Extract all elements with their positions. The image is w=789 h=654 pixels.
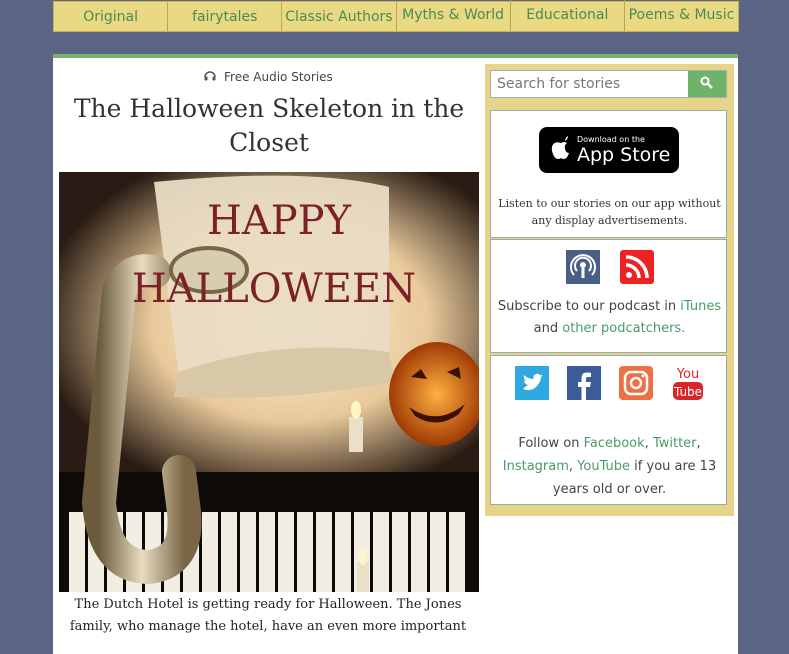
facebook-icon[interactable] (566, 366, 601, 400)
app-store-small-text: Download on the (577, 134, 645, 144)
podcast-icon[interactable] (565, 250, 600, 284)
youtube-icon[interactable]: You Tube (671, 366, 705, 400)
app-card: Download on the App Store Listen to our … (490, 110, 727, 238)
podcast-text-1: Subscribe to our podcast in (497, 299, 681, 314)
app-store-button[interactable]: Download on the App Store (539, 127, 679, 173)
nav-item-myths-world[interactable]: Myths & World (397, 0, 511, 31)
sep: , (644, 436, 653, 451)
search-icon (700, 75, 714, 94)
social-card: You Tube Follow on Facebook, Twitter, Ins… (490, 355, 727, 505)
article-intro: The Dutch Hotel is getting ready for Hal… (69, 597, 467, 634)
itunes-link[interactable]: iTunes (680, 299, 721, 314)
facebook-link[interactable]: Facebook (584, 436, 645, 451)
app-description: Listen to our stories on our app without… (498, 197, 721, 227)
nav-item-original[interactable]: Original (54, 2, 169, 31)
podcast-text-2: and (533, 321, 563, 336)
social-text-1: Follow on (518, 436, 584, 451)
svg-text:Tube: Tube (672, 385, 701, 399)
search-button[interactable] (688, 71, 726, 97)
search-input[interactable] (491, 71, 688, 97)
kicker: Free Audio Stories (53, 70, 484, 84)
instagram-link[interactable]: Instagram (503, 459, 569, 474)
sidebar: Download on the App Store Listen to our … (485, 64, 734, 516)
nav-item-classic-authors[interactable]: Classic Authors (282, 2, 397, 31)
page-title: The Halloween Skeleton in the Closet (73, 94, 465, 157)
kicker-text: Free Audio Stories (224, 70, 333, 84)
apple-icon (551, 136, 571, 164)
svg-text:You: You (675, 367, 698, 382)
rss-icon[interactable] (619, 250, 654, 284)
instagram-icon[interactable] (618, 366, 653, 400)
nav-item-fairytales[interactable]: fairytales (168, 2, 283, 31)
podcast-card: Subscribe to our podcast in iTunes and o… (490, 239, 727, 353)
hero-text-happy: HAPPY (207, 198, 352, 244)
twitter-icon[interactable] (514, 366, 549, 400)
headphones-icon (204, 70, 220, 84)
hero-text-halloween: HALLOWEEN (132, 266, 416, 312)
sep: , (568, 459, 578, 474)
podcast-text: Subscribe to our podcast in iTunes and o… (495, 296, 724, 340)
sep: , (696, 436, 701, 451)
youtube-link[interactable]: YouTube (577, 459, 630, 474)
nav-item-educational[interactable]: Educational (511, 0, 625, 31)
social-text: Follow on Facebook, Twitter, Instagram, … (495, 432, 724, 501)
hero-image: HAPPY HALLOWEEN (59, 172, 479, 592)
other-podcatchers-link[interactable]: other podcatchers. (562, 321, 685, 336)
twitter-link[interactable]: Twitter (653, 436, 697, 451)
top-nav: Original fairytales Classic Authors Myth… (53, 0, 739, 32)
search-box (490, 70, 727, 98)
nav-item-poems-music[interactable]: Poems & Music (625, 0, 738, 31)
app-store-big-text: App Store (577, 143, 671, 166)
